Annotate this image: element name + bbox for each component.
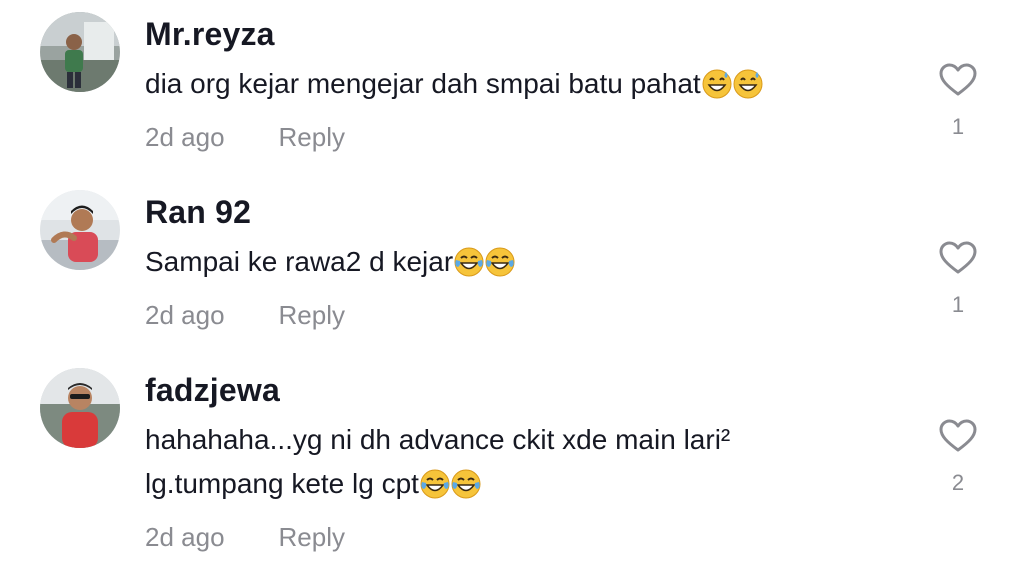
tears-of-joy-emoji-icon (454, 246, 484, 277)
like-button[interactable] (938, 241, 978, 275)
comment-timestamp: 2d ago (145, 122, 225, 152)
heart-outline-icon (939, 419, 977, 452)
grinning-sweat-emoji-icon (702, 68, 732, 99)
comment-text: hahahaha...yg ni dh advance ckit xde mai… (145, 418, 905, 506)
comment-text-body: dia org kejar mengejar dah smpai batu pa… (145, 68, 701, 99)
heart-outline-icon (939, 63, 977, 96)
reply-button[interactable]: Reply (279, 300, 345, 330)
comment-timestamp: 2d ago (145, 300, 225, 330)
comment-meta: 2d ago Reply (145, 522, 345, 553)
tears-of-joy-emoji-icon (420, 468, 450, 499)
like-count: 2 (951, 470, 965, 495)
comment-text: Sampai ke rawa2 d kejar (145, 240, 905, 284)
like-button[interactable] (938, 419, 978, 453)
comment-meta: 2d ago Reply (145, 300, 345, 331)
avatar[interactable] (40, 12, 120, 92)
comment-text-body: Sampai ke rawa2 d kejar (145, 246, 454, 277)
comment-text: dia org kejar mengejar dah smpai batu pa… (145, 62, 905, 106)
comment-text-line-wrapper: lg.tumpang kete lg cpt (145, 462, 905, 506)
comment-username[interactable]: Ran 92 (145, 194, 251, 231)
heart-outline-icon (939, 241, 977, 274)
comment-timestamp: 2d ago (145, 522, 225, 552)
comment-username[interactable]: fadzjewa (145, 372, 280, 409)
like-count: 1 (951, 292, 965, 317)
comment-text-line: lg.tumpang kete lg cpt (145, 468, 419, 499)
like-button[interactable] (938, 63, 978, 97)
tears-of-joy-emoji-icon (485, 246, 515, 277)
comment-username[interactable]: Mr.reyza (145, 16, 275, 53)
reply-button[interactable]: Reply (279, 122, 345, 152)
avatar-image (40, 190, 120, 270)
tears-of-joy-emoji-icon (451, 468, 481, 499)
avatar-image (40, 368, 120, 448)
avatar[interactable] (40, 190, 120, 270)
comment-meta: 2d ago Reply (145, 122, 345, 153)
reply-button[interactable]: Reply (279, 522, 345, 552)
like-count: 1 (951, 114, 965, 139)
avatar-image (40, 12, 120, 92)
comment-text-line: hahahaha...yg ni dh advance ckit xde mai… (145, 424, 731, 455)
avatar[interactable] (40, 368, 120, 448)
grinning-sweat-emoji-icon (733, 68, 763, 99)
